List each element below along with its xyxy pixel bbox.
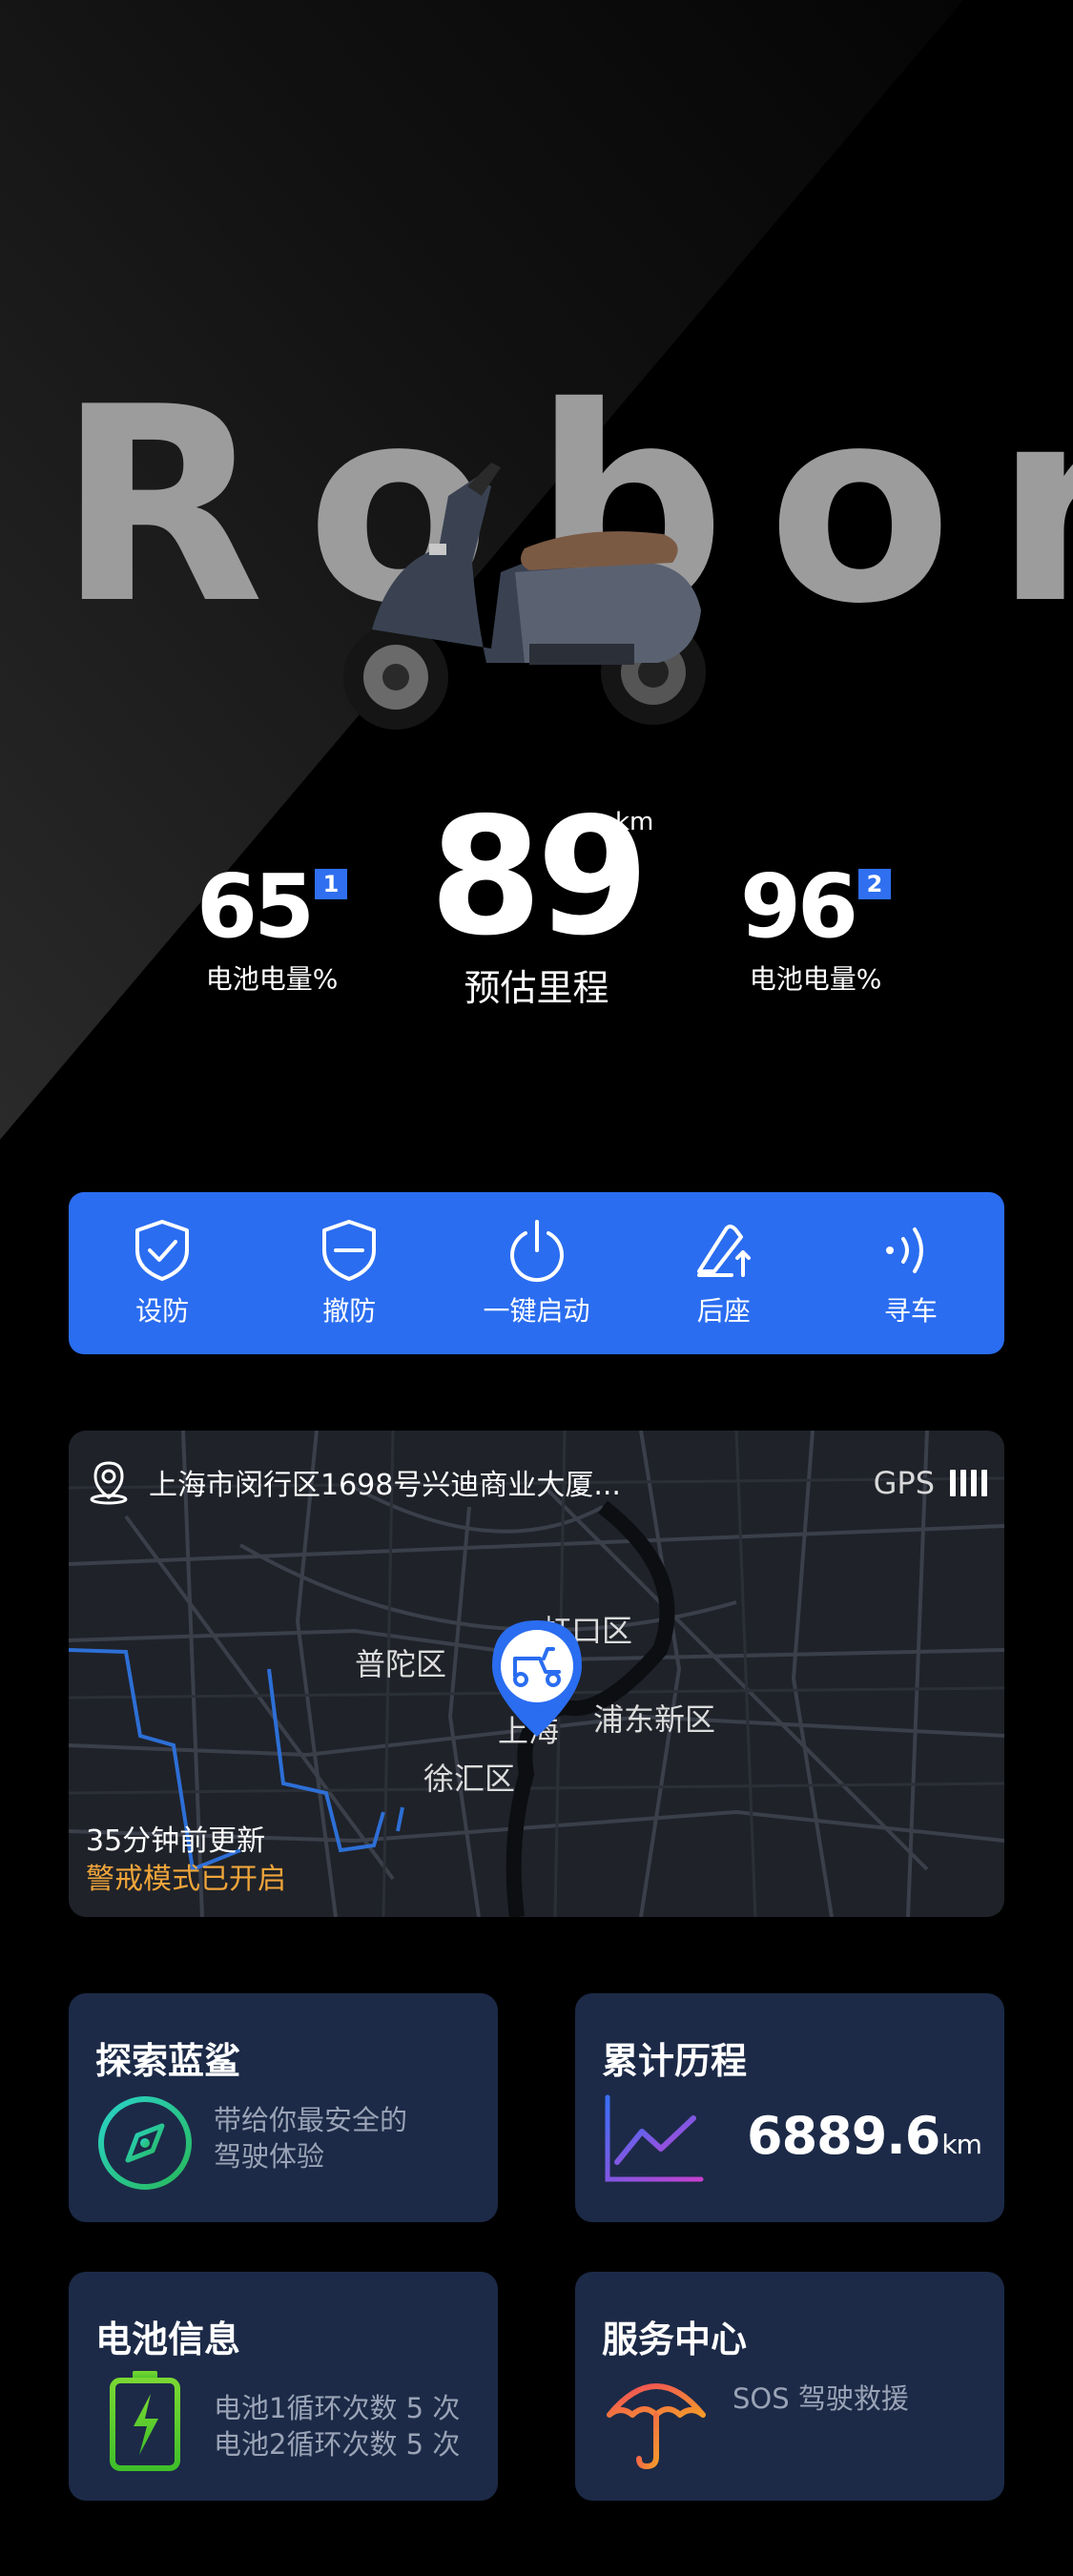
- explore-text-line-1: 带给你最安全的: [214, 2104, 408, 2136]
- battery-1-cycles: 电池1循环次数 5 次: [214, 2392, 461, 2424]
- compass-icon: [98, 2096, 192, 2190]
- battery-charging-icon: [110, 2371, 180, 2471]
- battery-1-caption: 电池电量%: [205, 963, 339, 995]
- quick-action-bar: 设防 撤防 一键启动 后座 寻车: [69, 1192, 1004, 1354]
- battery-info-card[interactable]: 电池信息 电池1循环次数 5 次 电池2循环次数 5 次: [69, 2272, 498, 2501]
- find-vehicle-button[interactable]: 寻车: [817, 1192, 1004, 1354]
- total-mileage-unit: km: [941, 2129, 981, 2160]
- explore-card[interactable]: 探索蓝鲨 带给你最安全的 驾驶体验: [69, 1993, 498, 2222]
- battery-1-value: 65: [196, 855, 315, 958]
- arm-button[interactable]: 设防: [69, 1192, 256, 1354]
- map-address: 上海市闵行区1698号兴迪商业大厦...: [149, 1469, 621, 1502]
- arm-label: 设防: [135, 1295, 190, 1327]
- total-mileage: 6889.6km: [747, 2106, 982, 2166]
- gps-status: GPS: [874, 1465, 987, 1501]
- explore-title: 探索蓝鲨: [95, 2040, 241, 2082]
- total-mileage-value: 6889.6: [747, 2106, 940, 2166]
- rear-seat-button[interactable]: 后座: [630, 1192, 817, 1354]
- rear-seat-label: 后座: [696, 1295, 751, 1327]
- one-key-start-label: 一键启动: [483, 1295, 590, 1327]
- map-address-row[interactable]: 上海市闵行区1698号兴迪商业大厦...: [86, 1459, 621, 1505]
- gps-label: GPS: [873, 1465, 935, 1501]
- mileage-title: 累计历程: [602, 2040, 748, 2082]
- battery-1-stat: 65 1 电池电量%: [181, 863, 362, 997]
- district-label: 浦东新区: [593, 1701, 716, 1738]
- shield-minus-icon: [322, 1220, 377, 1281]
- alert-mode-status: 警戒模式已开启: [86, 1863, 286, 1896]
- battery-2-caption: 电池电量%: [749, 963, 882, 995]
- battery-info-title: 电池信息: [95, 2318, 241, 2360]
- range-unit: km: [615, 808, 654, 836]
- service-center-card[interactable]: 服务中心 SOS 驾驶救援: [575, 2272, 1004, 2501]
- explore-text-line-2: 驾驶体验: [214, 2140, 325, 2173]
- battery-1-badge: 1: [315, 869, 348, 899]
- range-stat: 89 km 预估里程: [420, 796, 653, 1011]
- battery-2-cycles: 电池2循环次数 5 次: [214, 2428, 461, 2461]
- range-value: 89: [429, 783, 650, 972]
- battery-2-stat: 96 2 电池电量%: [725, 863, 906, 997]
- one-key-start-button[interactable]: 一键启动: [443, 1192, 629, 1354]
- district-label: 普陀区: [355, 1646, 447, 1682]
- find-vehicle-label: 寻车: [883, 1295, 938, 1327]
- location-pin-icon: [90, 1461, 128, 1505]
- vehicle-location-marker[interactable]: [486, 1617, 588, 1741]
- gps-signal-icon: [950, 1470, 987, 1496]
- power-icon: [509, 1220, 564, 1282]
- seat-lift-icon: [696, 1225, 751, 1277]
- service-center-title: 服务中心: [602, 2318, 748, 2360]
- district-label: 徐汇区: [423, 1761, 516, 1797]
- battery-2-value: 96: [739, 855, 858, 958]
- map-updated-time: 35分钟前更新: [86, 1824, 266, 1858]
- mileage-card[interactable]: 累计历程 6889.6km: [575, 1993, 1004, 2222]
- sos-text: SOS 驾驶救援: [733, 2382, 909, 2415]
- battery-2-badge: 2: [858, 869, 892, 899]
- shield-check-icon: [135, 1220, 190, 1281]
- disarm-label: 撤防: [322, 1295, 377, 1327]
- hero-section: Robor 65 1 电池电量% 89 km 预估里程 96 2 电池电量%: [0, 0, 1073, 1173]
- disarm-button[interactable]: 撤防: [256, 1192, 443, 1354]
- scooter-image: [343, 463, 706, 730]
- signal-waves-icon: [885, 1227, 923, 1273]
- location-map[interactable]: 上海市闵行区1698号兴迪商业大厦... GPS 普陀区 虹口区 浦东新区 上海…: [69, 1431, 1004, 1917]
- trend-chart-icon: [605, 2094, 704, 2182]
- umbrella-icon: [607, 2383, 706, 2470]
